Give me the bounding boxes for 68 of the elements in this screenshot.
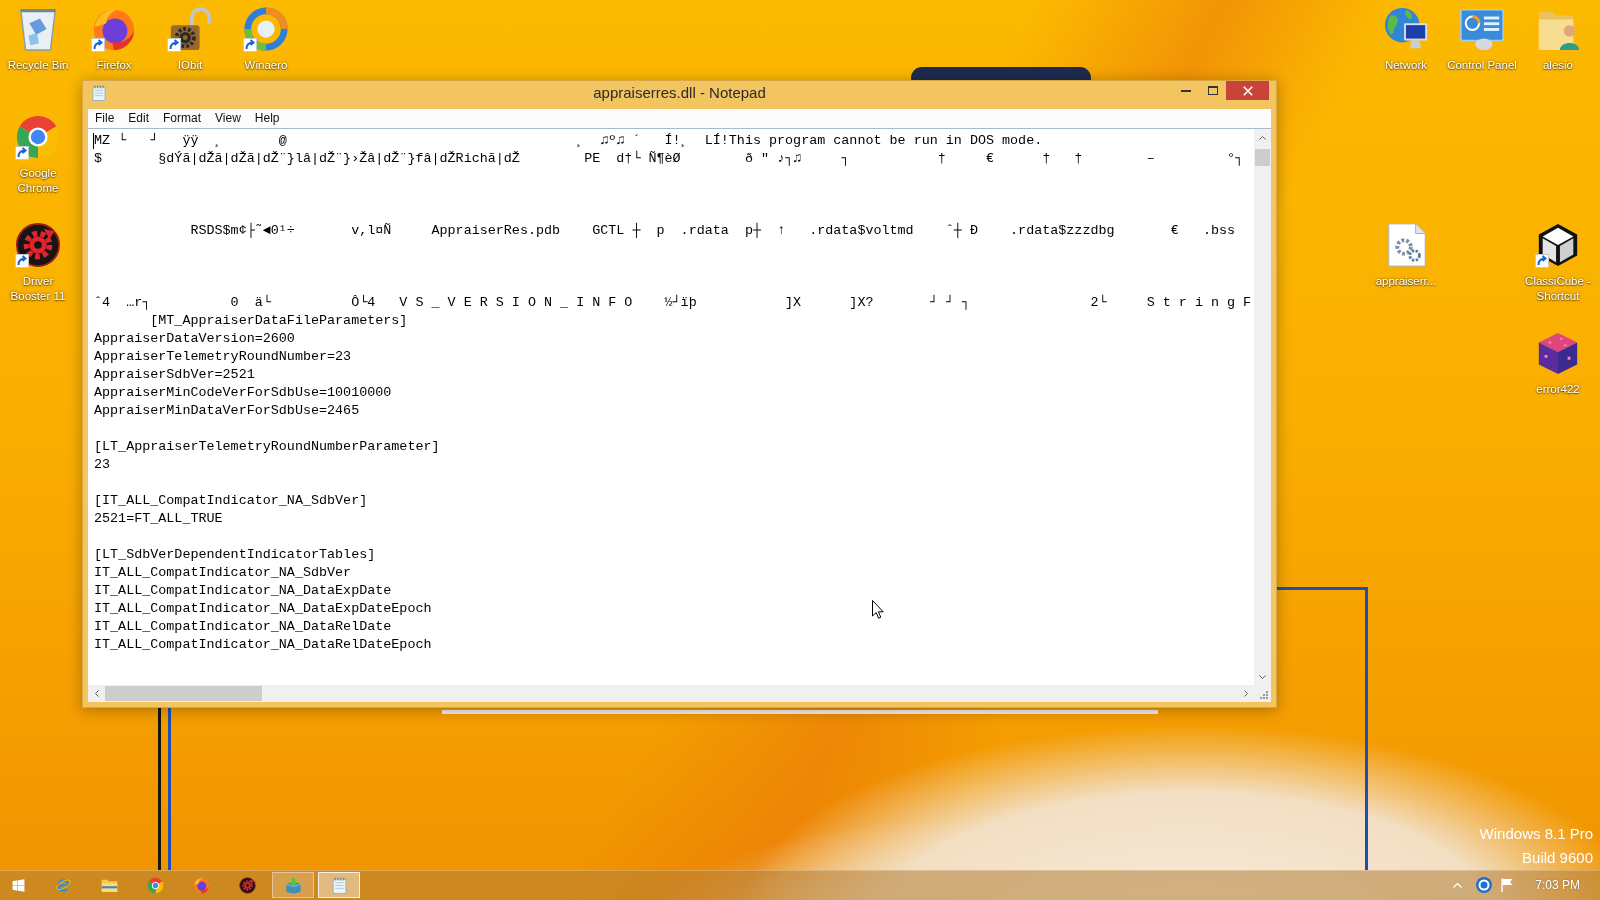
caret-down-icon: [1259, 674, 1266, 679]
windows-logo-icon: [11, 878, 25, 892]
text-line: IT_ALL_CompatIndicator_NA_DataExpDate: [94, 582, 392, 600]
desktop-icon-label[interactable]: IObit: [177, 58, 203, 73]
os-build-text: Build 9600: [1521, 848, 1593, 868]
scrollbar-thumb[interactable]: [105, 686, 262, 701]
menu-item[interactable]: Edit: [121, 109, 157, 128]
maximize-icon: [1207, 86, 1218, 95]
text-line: [IT_ALL_CompatIndicator_NA_SdbVer]: [94, 492, 368, 510]
caret-up-icon[interactable]: [1453, 882, 1463, 888]
desktop-icon-label[interactable]: appraiserr...: [1375, 274, 1437, 289]
control-panel-icon[interactable]: [1459, 6, 1505, 52]
desktop-icon-label[interactable]: ClassiCube - Shortcut: [1522, 274, 1594, 304]
text-line: AppraiserTelemetryRoundNumber=23: [94, 348, 352, 366]
text-line: $ §dÝã|dŽã|dŽã|dŽ¨}lâ|dŽ¨}›Žâ|dŽ¨}fâ|dŽRichã|dŽ PE d†└ Ñ¶èØ ð " ♪┐♫ ┐ † € † † – °┐: [94, 150, 1244, 168]
desktop-icon-label[interactable]: alesio: [1542, 58, 1574, 73]
desktop-icon-label[interactable]: Winaero: [244, 58, 288, 73]
desktop-icon-label[interactable]: Google Chrome: [2, 166, 74, 196]
gear-icon[interactable]: [15, 222, 61, 268]
text-line: [LT_AppraiserTelemetryRoundNumberParameter]: [94, 438, 440, 456]
text-line: RSDS$m¢├˜◄0¹÷ v,l¤Ñ AppraiserRes.pdb GCTL ┼ p .rdata p┼ ↑ .rdata$voltmd ˆ┼ Ð .rdata$zzzdbg € .bss: [190, 222, 1236, 240]
text-line: IT_ALL_CompatIndicator_NA_DataRelDateEpoch: [94, 636, 432, 654]
os-edition-text: Windows 8.1 Pro: [1479, 824, 1593, 844]
caret-right-icon: [1243, 690, 1248, 697]
box-arrow-icon: [284, 876, 302, 894]
text-line: AppraiserMinDataVerForSdbUse=2465: [94, 402, 360, 420]
text-line: MZ └ ┘ ÿÿ ¸ @ ¸ ♫º♫ ´ Í!¸ LÍ!This program cannot be run in DOS mode.: [94, 132, 1043, 150]
notepad-icon: [91, 85, 107, 101]
menu-item[interactable]: Help: [247, 109, 287, 128]
notepad-icon: [330, 876, 348, 894]
scrollbar-thumb[interactable]: [1255, 149, 1270, 166]
desktop-icon-label[interactable]: Driver Booster 11: [2, 274, 74, 304]
text-line: IT_ALL_CompatIndicator_NA_DataRelDate: [94, 618, 392, 636]
desktop-icon-label[interactable]: error422: [1536, 382, 1580, 397]
caret-up-icon: [1259, 135, 1266, 140]
tray-clock[interactable]: 7:03 PM: [1535, 877, 1580, 893]
minimize-icon: [1180, 89, 1191, 92]
menu-item[interactable]: File: [88, 109, 122, 128]
desktop-icon-label[interactable]: Firefox: [96, 58, 132, 73]
gear-icon: [238, 876, 256, 894]
e-logo-icon: [54, 876, 72, 894]
text-line: AppraiserDataVersion=2600: [94, 330, 295, 348]
desktop-icon-label[interactable]: Recycle Bin: [7, 58, 69, 73]
text-line: 2521=FT_ALL_TRUE: [94, 510, 223, 528]
menu-item[interactable]: Format: [156, 109, 209, 128]
text-line: ˆ4 …r┐ 0 ä└ Ô└4 V S _ V E R S I O N _ I N F O ½┘ïþ ]X ]X? ┘ ┘ ┐ 2└ S t r i n g F: [94, 294, 1252, 312]
text-cursor: [93, 133, 94, 149]
resize-grip-icon[interactable]: [1258, 689, 1268, 699]
menu-item[interactable]: View: [208, 109, 248, 128]
chrome-icon[interactable]: [15, 114, 61, 160]
text-line: IT_ALL_CompatIndicator_NA_SdbVer: [94, 564, 352, 582]
text-line: [MT_AppraiserDataFileParameters]: [150, 312, 408, 330]
mouse-pointer-icon: [872, 600, 884, 619]
firefox-icon: [192, 876, 210, 894]
text-line: AppraiserSdbVer=2521: [94, 366, 255, 384]
firefox-icon[interactable]: [91, 6, 137, 52]
text-line: 23: [94, 456, 111, 474]
desktop-icon-label[interactable]: Network: [1384, 58, 1428, 73]
caret-left-icon: [94, 690, 99, 697]
close-icon: [1242, 85, 1253, 96]
desktop-icon-label[interactable]: Control Panel: [1447, 58, 1517, 73]
text-line: IT_ALL_CompatIndicator_NA_DataExpDateEpoch: [94, 600, 432, 618]
ring-icon[interactable]: [1476, 877, 1493, 893]
window-title: appraiserres.dll - Notepad: [593, 83, 766, 103]
flag-icon[interactable]: [1501, 878, 1514, 892]
chrome-icon: [146, 876, 164, 894]
text-line: AppraiserMinCodeVerForSdbUse=10010000: [94, 384, 392, 402]
text-line: [LT_SdbVerDependentIndicatorTables]: [94, 546, 376, 564]
